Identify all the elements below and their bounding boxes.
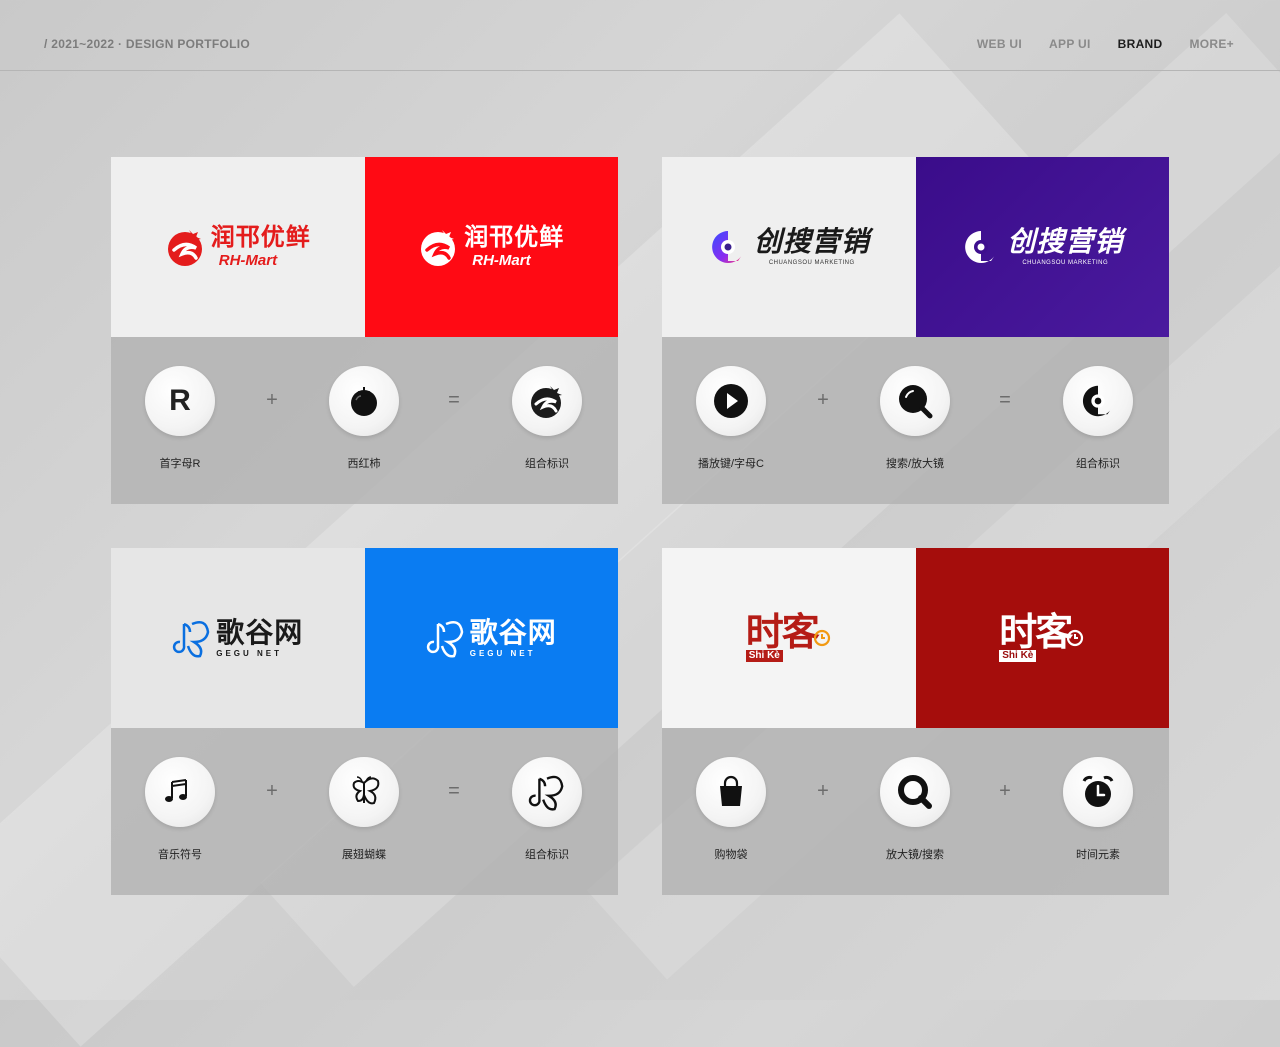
element-circle bbox=[1063, 366, 1133, 436]
letter-r-icon: R bbox=[169, 384, 191, 417]
brand-card-rh-mart: 润邗优鲜 RH-Mart 润邗优鲜 RH-Mart R + = 首字母R 西红柿… bbox=[111, 157, 618, 504]
logo-light-panel: 创搜营销 CHUANGSOU MARKETING bbox=[662, 157, 916, 337]
nav-more[interactable]: MORE+ bbox=[1189, 37, 1234, 51]
top-bar: / 2021~2022 · DESIGN PORTFOLIO WEB UI AP… bbox=[0, 0, 1280, 71]
rh-mark-icon bbox=[167, 230, 202, 266]
logo-formula: + = 播放键/字母C 搜索/放大镜 组合标识 bbox=[662, 337, 1169, 504]
element-circle bbox=[145, 757, 215, 827]
rh-mark-icon bbox=[531, 386, 562, 418]
element-circle bbox=[329, 366, 399, 436]
top-nav: WEB UI APP UI BRAND MORE+ bbox=[977, 37, 1234, 51]
plus-operator: + bbox=[817, 780, 829, 802]
cs-mark-icon bbox=[1082, 385, 1112, 417]
magnifier-icon bbox=[899, 385, 933, 419]
logo-english-name: CHUANGSOU MARKETING bbox=[1022, 260, 1109, 266]
logo-chinese-name: 歌谷网 bbox=[216, 616, 304, 648]
chuangsou-logo-inverse: 创搜营销 CHUANGSOU MARKETING bbox=[961, 227, 1123, 267]
rh-mark-icon bbox=[421, 230, 456, 266]
rh-mart-logo-inverse: 润邗优鲜 RH-Mart bbox=[418, 226, 564, 268]
logo-english-name: RH-Mart bbox=[472, 252, 531, 269]
equals-operator: = bbox=[448, 780, 460, 802]
brand-card-gegu: 歌谷网 GEGU NET 歌谷网 GEGU NET + = 音乐符号 展翅蝴蝶 … bbox=[111, 548, 618, 895]
logo-formula: + + 购物袋 放大镜/搜索 时间元素 bbox=[662, 728, 1169, 895]
gegu-logo-inverse: 歌谷网 GEGU NET bbox=[426, 618, 557, 658]
element-caption: 播放键/字母C bbox=[698, 458, 764, 470]
element-caption: 购物袋 bbox=[714, 849, 748, 861]
equals-operator: = bbox=[999, 389, 1011, 411]
logo-dark-panel: 时客 Shi Kè bbox=[915, 548, 1169, 728]
element-caption: 搜索/放大镜 bbox=[885, 458, 945, 470]
magnifier-icon bbox=[898, 775, 932, 809]
logo-english-name: Shi Kè bbox=[999, 650, 1037, 662]
element-caption: 组合标识 bbox=[525, 849, 569, 861]
music-note-icon bbox=[165, 779, 187, 802]
element-caption: 时间元素 bbox=[1076, 849, 1120, 861]
element-circle bbox=[512, 366, 582, 436]
nav-web-ui[interactable]: WEB UI bbox=[977, 37, 1022, 51]
logo-english-name: RH-Mart bbox=[218, 252, 278, 269]
logo-chinese-name: 润邗优鲜 bbox=[210, 224, 311, 251]
element-caption: 展翅蝴蝶 bbox=[342, 849, 386, 861]
logo-chinese-name: 创搜营销 bbox=[1007, 226, 1124, 257]
brand-card-chuangsou: 创搜营销 CHUANGSOU MARKETING 创搜营销 CHUANGSOU … bbox=[662, 157, 1169, 504]
element-caption: 组合标识 bbox=[525, 458, 569, 470]
brand-card-shike: 时客 Shi Kè 时客 Shi Kè + + 购物袋 放大镜/搜索 时间元素 bbox=[662, 548, 1169, 895]
cs-mark-icon bbox=[711, 231, 742, 263]
element-caption: 首字母R bbox=[159, 458, 201, 470]
element-caption: 放大镜/搜索 bbox=[885, 849, 945, 861]
equals-operator: = bbox=[448, 389, 460, 411]
alarm-clock-icon bbox=[1082, 775, 1114, 807]
logo-chinese-name: 时客 bbox=[999, 612, 1073, 654]
logo-light-panel: 润邗优鲜 RH-Mart bbox=[111, 157, 365, 337]
breadcrumb: / 2021~2022 · DESIGN PORTFOLIO bbox=[44, 37, 251, 51]
element-circle bbox=[880, 366, 950, 436]
tomato-icon bbox=[351, 387, 377, 416]
gegu-logo: 歌谷网 GEGU NET bbox=[172, 618, 303, 658]
logo-chinese-name: 创搜营销 bbox=[753, 226, 870, 257]
logo-english-name: GEGU NET bbox=[216, 648, 283, 658]
element-caption: 音乐符号 bbox=[158, 849, 202, 861]
logo-light-panel: 时客 Shi Kè bbox=[662, 548, 916, 728]
element-circle bbox=[880, 757, 950, 827]
logo-formula: + = 音乐符号 展翅蝴蝶 组合标识 bbox=[111, 728, 618, 895]
logo-dark-panel: 歌谷网 GEGU NET bbox=[364, 548, 618, 728]
element-circle: R bbox=[145, 366, 215, 436]
logo-chinese-name: 润邗优鲜 bbox=[464, 224, 565, 251]
clock-icon bbox=[813, 629, 830, 647]
logo-english-name: Shi Kè bbox=[745, 650, 783, 662]
play-button-icon bbox=[714, 384, 748, 418]
logo-english-name: GEGU NET bbox=[469, 648, 536, 658]
element-circle bbox=[512, 757, 582, 827]
nav-app-ui[interactable]: APP UI bbox=[1049, 37, 1091, 51]
element-circle bbox=[329, 757, 399, 827]
rh-mart-logo: 润邗优鲜 RH-Mart bbox=[165, 226, 311, 268]
logo-dark-panel: 创搜营销 CHUANGSOU MARKETING bbox=[915, 157, 1169, 337]
shike-logo: 时客 Shi Kè bbox=[745, 612, 832, 662]
gg-mark-icon bbox=[173, 621, 210, 658]
logo-chinese-name: 时客 bbox=[745, 612, 820, 654]
element-caption: 组合标识 bbox=[1076, 458, 1120, 470]
chuangsou-logo: 创搜营销 CHUANGSOU MARKETING bbox=[708, 227, 870, 267]
cs-mark-icon bbox=[965, 231, 996, 263]
clock-icon bbox=[1067, 629, 1084, 647]
logo-formula: R + = 首字母R 西红柿 组合标识 bbox=[111, 337, 618, 504]
plus-operator: + bbox=[266, 780, 278, 802]
butterfly-icon bbox=[352, 776, 380, 805]
logo-chinese-name: 歌谷网 bbox=[469, 616, 557, 648]
plus-operator: + bbox=[266, 389, 278, 411]
plus-operator: + bbox=[817, 389, 829, 411]
plus-operator: + bbox=[999, 780, 1011, 802]
element-caption: 西红柿 bbox=[347, 458, 381, 470]
gg-mark-icon bbox=[426, 621, 464, 658]
element-circle bbox=[1063, 757, 1133, 827]
logo-english-name: CHUANGSOU MARKETING bbox=[768, 260, 855, 266]
logo-light-panel: 歌谷网 GEGU NET bbox=[111, 548, 365, 728]
logo-dark-panel: 润邗优鲜 RH-Mart bbox=[364, 157, 618, 337]
element-circle bbox=[696, 366, 766, 436]
shopping-bag-icon bbox=[720, 775, 742, 806]
gg-mark-icon bbox=[528, 775, 564, 811]
shike-logo-inverse: 时客 Shi Kè bbox=[999, 614, 1085, 662]
nav-brand[interactable]: BRAND bbox=[1118, 37, 1163, 51]
element-circle bbox=[696, 757, 766, 827]
